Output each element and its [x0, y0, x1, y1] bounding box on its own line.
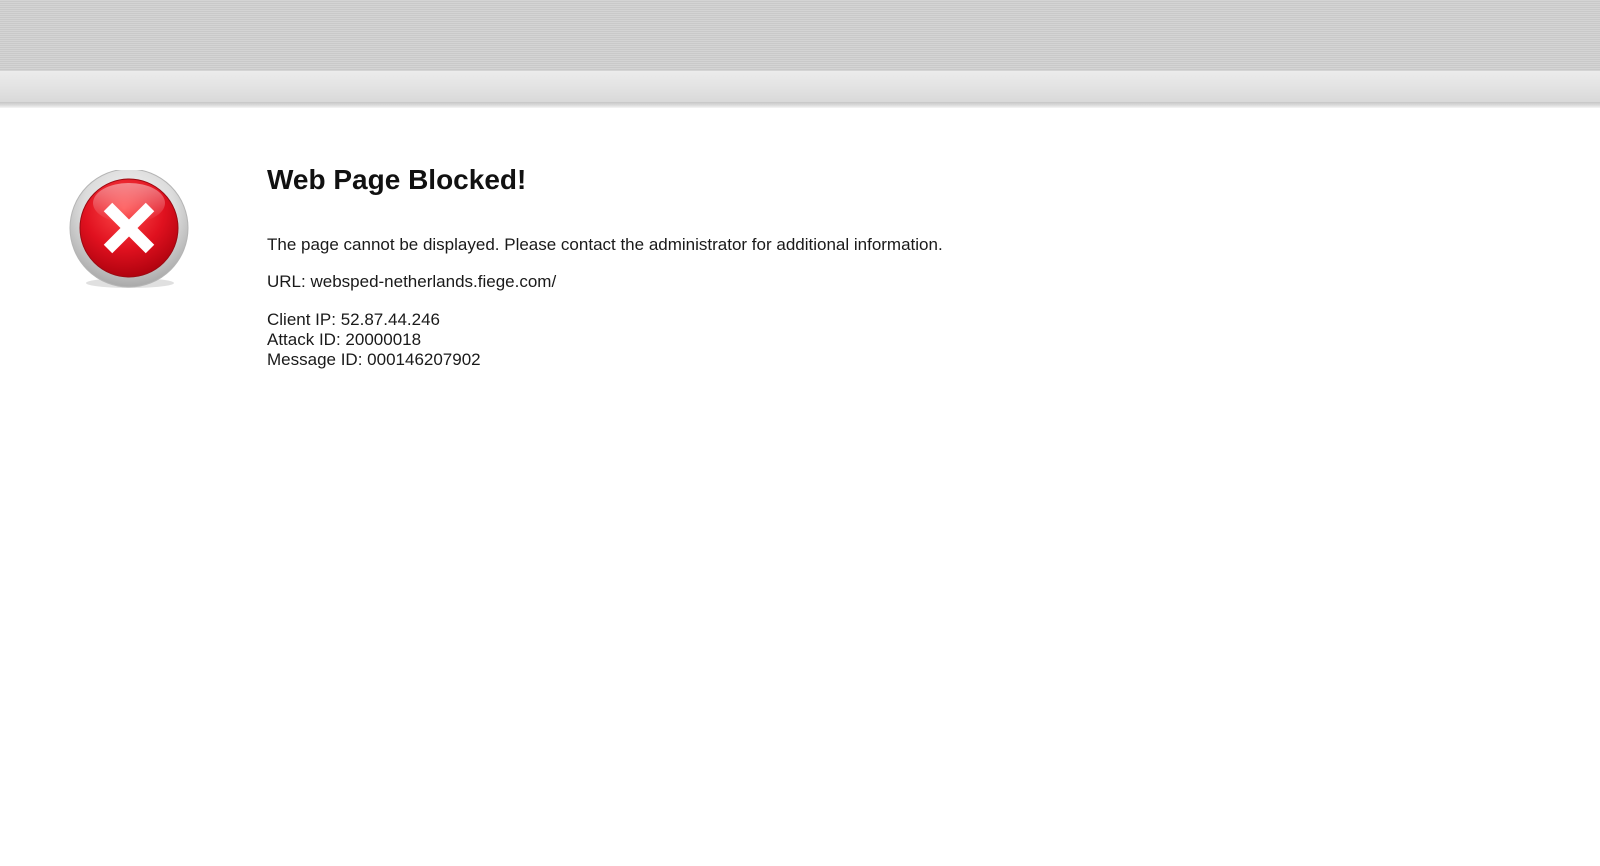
- attack-id: Attack ID: 20000018: [267, 330, 1467, 350]
- blocked-url: URL: websped-netherlands.fiege.com/: [267, 270, 1467, 294]
- header-subband: [0, 71, 1600, 102]
- header-divider: [0, 102, 1600, 108]
- attack-id-value: 20000018: [345, 330, 422, 349]
- block-message-panel: Web Page Blocked! The page cannot be dis…: [267, 160, 1467, 370]
- header-band: [0, 0, 1600, 71]
- page-title: Web Page Blocked!: [267, 164, 527, 195]
- client-ip: Client IP: 52.87.44.246: [267, 310, 1467, 330]
- message-id: Message ID: 000146207902: [267, 350, 1467, 370]
- block-details: Client IP: 52.87.44.246 Attack ID: 20000…: [267, 310, 1467, 370]
- error-x-icon: [69, 170, 191, 292]
- client-ip-label: Client IP:: [267, 310, 336, 329]
- url-label: URL:: [267, 272, 306, 291]
- url-value: websped-netherlands.fiege.com/: [310, 272, 557, 291]
- attack-id-label: Attack ID:: [267, 330, 341, 349]
- message-id-label: Message ID:: [267, 350, 363, 369]
- message-id-value: 000146207902: [367, 350, 481, 369]
- block-message: The page cannot be displayed. Please con…: [267, 235, 943, 254]
- client-ip-value: 52.87.44.246: [340, 310, 440, 329]
